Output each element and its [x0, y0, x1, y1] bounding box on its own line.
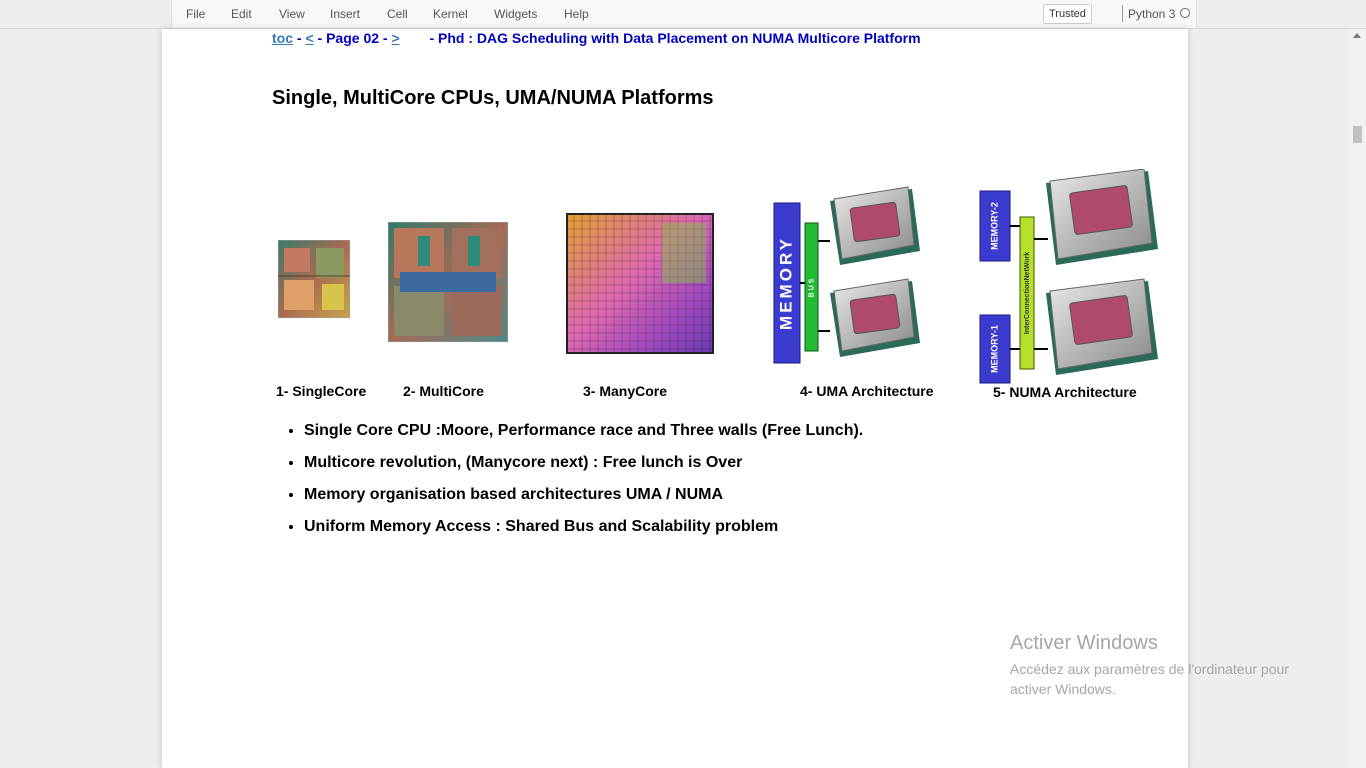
manycore-die-image — [566, 213, 714, 354]
menubar-inner: File Edit View Insert Cell Kernel Widget… — [171, 0, 1197, 28]
nav-separator: - — [382, 30, 388, 46]
menu-insert[interactable]: Insert — [330, 7, 360, 21]
numa-architecture-diagram: MEMORY-2 MEMORY-1 InterConnectionNetWork — [979, 169, 1158, 384]
numa-network-label: InterConnectionNetWork — [1024, 252, 1031, 334]
menu-widgets[interactable]: Widgets — [494, 7, 537, 21]
kernel-name[interactable]: Python 3 — [1128, 7, 1175, 21]
scrollbar-thumb[interactable] — [1353, 126, 1362, 143]
numa-memory1-label: MEMORY-1 — [989, 325, 999, 373]
menu-help[interactable]: Help — [564, 7, 589, 21]
cpu-chip-icon — [830, 186, 920, 265]
uma-bus-label: BUS — [808, 277, 815, 298]
prev-link[interactable]: < — [305, 30, 313, 46]
trusted-badge[interactable]: Trusted — [1043, 4, 1092, 24]
caption-singlecore: 1- SingleCore — [276, 383, 367, 399]
list-item: Single Core CPU :Moore, Performance race… — [304, 421, 863, 440]
numa-memory2-label: MEMORY-2 — [989, 202, 999, 250]
page-number: Page 02 — [326, 30, 380, 46]
nav-line: toc - < - Page 02 - > - Phd : DAG Schedu… — [272, 30, 921, 46]
multicore-die-image — [388, 222, 508, 342]
nav-separator: - — [296, 30, 302, 46]
kernel-idle-icon — [1180, 8, 1190, 18]
cpu-chip-icon — [1046, 169, 1158, 265]
list-item: Uniform Memory Access : Shared Bus and S… — [304, 517, 863, 536]
kernel-separator — [1122, 5, 1123, 22]
activation-watermark: Activer Windows Accédez aux paramètres d… — [1010, 632, 1320, 699]
watermark-title: Activer Windows — [1010, 632, 1158, 654]
caption-multicore: 2- MultiCore — [403, 383, 484, 399]
vertical-scrollbar[interactable] — [1349, 29, 1366, 768]
menu-view[interactable]: View — [279, 7, 305, 21]
cpu-chip-icon — [830, 278, 920, 357]
uma-memory-label: MEMORY — [776, 236, 795, 330]
scroll-up-arrow-icon[interactable] — [1353, 33, 1361, 38]
watermark-text: Accédez aux paramètres de l'ordinateur p… — [1010, 661, 1289, 697]
next-link[interactable]: > — [391, 30, 399, 46]
list-item: Memory organisation based architectures … — [304, 485, 863, 504]
menu-edit[interactable]: Edit — [231, 7, 252, 21]
nav-separator: - — [317, 30, 323, 46]
bullet-list: Single Core CPU :Moore, Performance race… — [286, 421, 863, 549]
menu-file[interactable]: File — [186, 7, 205, 21]
menubar: File Edit View Insert Cell Kernel Widget… — [0, 0, 1366, 29]
uma-architecture-diagram: MEMORY BUS — [773, 186, 920, 364]
cpu-chip-icon — [1046, 278, 1158, 375]
menu-kernel[interactable]: Kernel — [433, 7, 468, 21]
singlecore-die-image — [278, 240, 350, 318]
caption-numa: 5- NUMA Architecture — [993, 384, 1137, 400]
page-title: Single, MultiCore CPUs, UMA/NUMA Platfor… — [272, 87, 714, 109]
menu-cell[interactable]: Cell — [387, 7, 408, 21]
toc-link[interactable]: toc — [272, 30, 293, 46]
caption-manycore: 3- ManyCore — [583, 383, 668, 399]
list-item: Multicore revolution, (Manycore next) : … — [304, 453, 863, 472]
caption-uma: 4- UMA Architecture — [800, 383, 934, 399]
nav-subtitle: - Phd : DAG Scheduling with Data Placeme… — [429, 30, 921, 46]
